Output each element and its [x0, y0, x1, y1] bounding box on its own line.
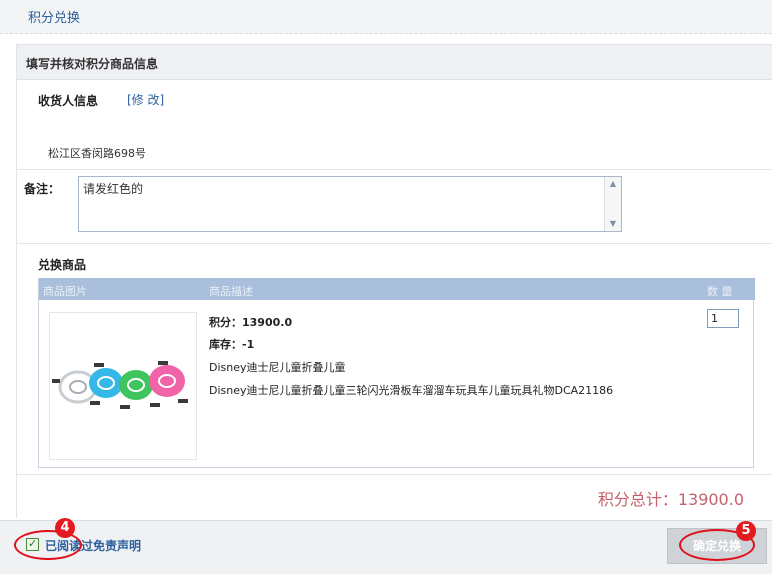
step-badge: 4	[55, 518, 75, 538]
column-description: 商品描述	[209, 285, 253, 298]
quantity-input[interactable]	[707, 309, 739, 328]
usb-cables-product-image	[49, 312, 197, 460]
remark-textarea[interactable]: 请发红色的	[78, 176, 622, 232]
edit-receiver-link[interactable]: [修 改]	[127, 91, 164, 108]
divider	[16, 169, 772, 170]
column-image: 商品图片	[43, 285, 87, 298]
goods-table-header: 商品图片 商品描述 数 量	[39, 278, 755, 300]
remark-scrollbar[interactable]: ▲ ▼	[604, 177, 621, 231]
product-points: 积分：13900.0	[209, 316, 293, 329]
scroll-up-arrow-icon[interactable]: ▲	[605, 177, 621, 191]
product-stock: 库存：-1	[209, 338, 255, 351]
goods-table: 商品图片 商品描述 数 量 积分：13900.0 库存：-1 Disney迪士尼…	[38, 278, 755, 468]
panel-header: 填写并核对积分商品信息	[17, 44, 772, 80]
receiver-label: 收货人信息	[38, 94, 99, 108]
column-quantity: 数 量	[707, 285, 733, 298]
panel-title: 填写并核对积分商品信息	[26, 57, 159, 71]
product-name: Disney迪士尼儿童折叠儿童	[209, 361, 346, 374]
goods-section-label: 兑换商品	[38, 258, 87, 272]
scroll-down-arrow-icon[interactable]: ▼	[605, 217, 621, 231]
step-badge: 5	[736, 521, 756, 541]
product-description: Disney迪士尼儿童折叠儿童三轮闪光滑板车溜溜车玩具车儿童玩具礼物DCA211…	[209, 384, 614, 397]
divider	[16, 474, 772, 475]
page-title: 积分兑换	[28, 11, 81, 26]
divider	[16, 243, 772, 244]
top-bar: 积分兑换	[0, 0, 772, 34]
receiver-address: 松江区香闵路698号	[48, 147, 146, 160]
remark-label: 备注：	[24, 182, 61, 196]
points-total: 积分总计：13900.0	[597, 490, 744, 509]
